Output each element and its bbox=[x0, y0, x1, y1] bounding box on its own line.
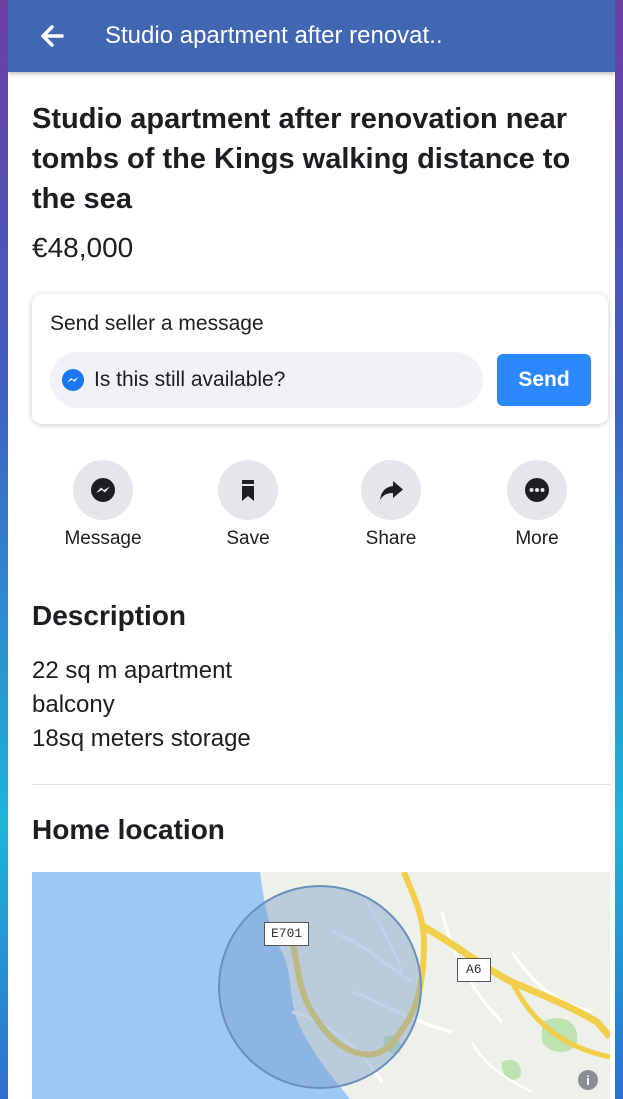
save-action-circle bbox=[218, 460, 278, 520]
description-line: balcony bbox=[32, 691, 115, 718]
message-card-heading: Send seller a message bbox=[50, 312, 264, 335]
section-divider bbox=[32, 784, 610, 785]
location-map[interactable]: i E701 A6 bbox=[32, 872, 610, 1099]
home-location-heading: Home location bbox=[32, 814, 225, 845]
message-input[interactable] bbox=[94, 352, 474, 408]
screen: Studio apartment after renovat.. Studio … bbox=[8, 0, 615, 1099]
share-action-circle bbox=[361, 460, 421, 520]
description-heading: Description bbox=[32, 600, 187, 631]
messenger-icon bbox=[62, 369, 84, 391]
listing-title: Studio apartment after renovation near t… bbox=[32, 103, 571, 215]
message-action-circle bbox=[73, 460, 133, 520]
bookmark-icon bbox=[242, 480, 254, 501]
more-action[interactable]: More bbox=[477, 454, 597, 554]
more-action-circle bbox=[507, 460, 567, 520]
message-action-label: Message bbox=[64, 528, 142, 549]
message-input-wrapper bbox=[50, 352, 483, 408]
page-title: Studio apartment after renovat.. bbox=[105, 22, 443, 49]
save-action-label: Save bbox=[226, 528, 270, 549]
description-line: 18sq meters storage bbox=[32, 725, 251, 752]
share-arrow-icon bbox=[380, 481, 403, 500]
save-action[interactable]: Save bbox=[188, 454, 308, 554]
road-label-e701: E701 bbox=[264, 922, 310, 946]
road-label-a6: A6 bbox=[457, 958, 491, 982]
app-bar: Studio apartment after renovat.. bbox=[8, 0, 615, 72]
svg-text:i: i bbox=[586, 1073, 590, 1088]
send-message-card: Send seller a message Send bbox=[32, 294, 608, 424]
share-action-label: Share bbox=[365, 528, 417, 549]
messenger-icon bbox=[91, 478, 115, 502]
action-bar: Message Save Share More bbox=[32, 454, 610, 554]
message-action[interactable]: Message bbox=[43, 454, 163, 554]
send-button[interactable]: Send bbox=[497, 354, 591, 406]
description-text: 22 sq m apartment balcony 18sq meters st… bbox=[32, 654, 592, 756]
more-dots-icon bbox=[525, 478, 549, 502]
map-image: i bbox=[32, 872, 610, 1099]
listing-price: €48,000 bbox=[32, 232, 134, 263]
back-button[interactable] bbox=[34, 18, 70, 54]
more-action-label: More bbox=[515, 528, 559, 549]
description-line: 22 sq m apartment bbox=[32, 657, 233, 684]
back-arrow-icon bbox=[41, 25, 64, 47]
share-action[interactable]: Share bbox=[331, 454, 451, 554]
